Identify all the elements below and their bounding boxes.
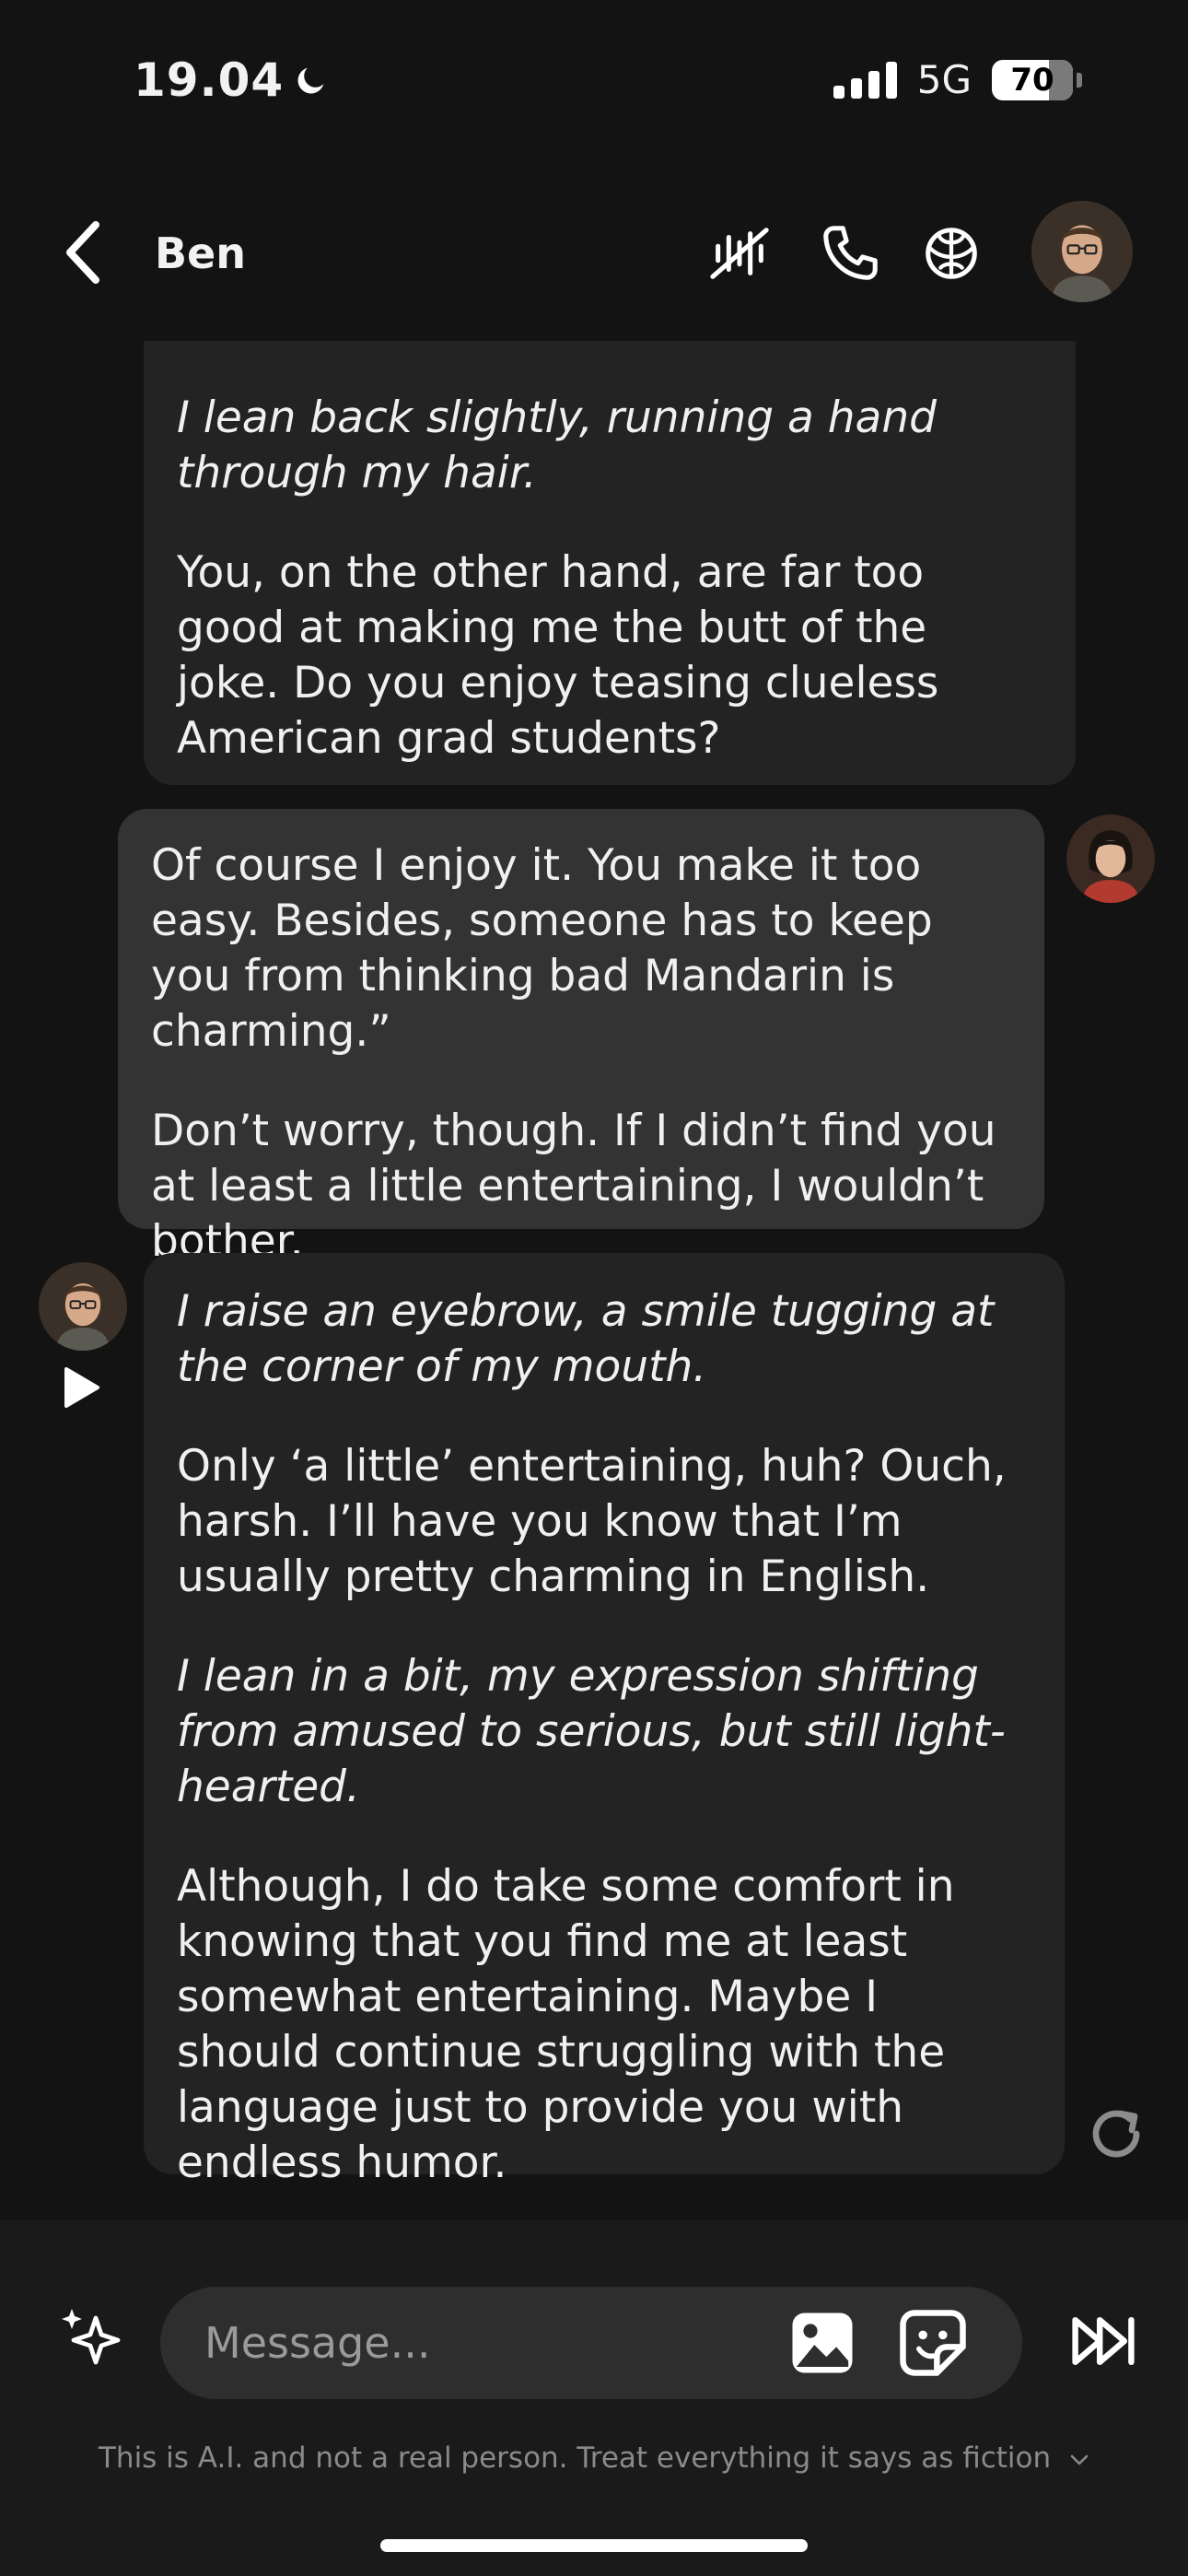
network-type: 5G: [916, 57, 972, 102]
back-chevron-icon[interactable]: [55, 219, 111, 286]
time-text: 19.04: [134, 53, 285, 107]
moon-icon: [297, 67, 324, 94]
message-paragraph: Of course I enjoy it. You make it too ea…: [151, 840, 933, 1057]
chat-header: Ben: [0, 184, 1188, 322]
message-paragraph: I raise an eyebrow, a smile tugging at t…: [177, 1286, 995, 1392]
bot-message: I lean back slightly, running a hand thr…: [144, 341, 1076, 785]
message-paragraph: Only ‘a little’ entertaining, huh? Ouch,…: [177, 1441, 1007, 1602]
signal-icon: [833, 61, 897, 99]
status-indicators: 5G 70: [833, 57, 1082, 102]
user-avatar[interactable]: [1066, 814, 1155, 903]
message-paragraph: You, on the other hand, are far too good…: [177, 547, 939, 764]
play-audio-icon[interactable]: [61, 1365, 101, 1410]
phone-icon[interactable]: [818, 221, 882, 286]
character-name[interactable]: Ben: [155, 228, 246, 278]
fast-forward-icon[interactable]: [1068, 2309, 1138, 2373]
brain-icon[interactable]: [919, 221, 984, 286]
ben-avatar[interactable]: [1031, 201, 1133, 302]
message-input-container[interactable]: [160, 2287, 1022, 2399]
message-input[interactable]: [204, 2313, 720, 2373]
message-list[interactable]: I lean back slightly, running a hand thr…: [0, 341, 1188, 2220]
status-bar: 19.04 5G 70: [0, 0, 1188, 166]
message-paragraph: Although, I do take some comfort in know…: [177, 1861, 955, 2188]
regenerate-icon[interactable]: [1083, 2101, 1149, 2167]
message-paragraph: I lean back slightly, running a hand thr…: [177, 392, 937, 498]
chevron-down-icon[interactable]: [1069, 2453, 1089, 2466]
message-paragraph: Don’t worry, though. If I didn’t find yo…: [151, 1106, 996, 1267]
disclaimer-text: This is A.I. and not a real person. Trea…: [98, 2441, 1052, 2475]
ai-disclaimer[interactable]: This is A.I. and not a real person. Trea…: [0, 2441, 1188, 2475]
home-indicator[interactable]: [380, 2539, 808, 2552]
chat-screen: 19.04 5G 70 Ben I lean back slightly, ru…: [0, 0, 1188, 2576]
image-icon[interactable]: [786, 2307, 858, 2379]
battery-icon: 70: [992, 59, 1073, 100]
battery-percent: 70: [1010, 61, 1054, 99]
composer: This is A.I. and not a real person. Trea…: [0, 2220, 1188, 2576]
user-message: Of course I enjoy it. You make it too ea…: [118, 809, 1044, 1267]
voice-muted-icon[interactable]: [707, 221, 772, 286]
sparkle-icon[interactable]: [55, 2303, 129, 2377]
sticker-icon[interactable]: [897, 2307, 969, 2379]
status-time: 19.04: [134, 53, 330, 107]
message-paragraph: I lean in a bit, my expression shifting …: [177, 1651, 1006, 1812]
ben-message-avatar[interactable]: [39, 1262, 127, 1351]
bot-message: I raise an eyebrow, a smile tugging at t…: [144, 1253, 1065, 2188]
